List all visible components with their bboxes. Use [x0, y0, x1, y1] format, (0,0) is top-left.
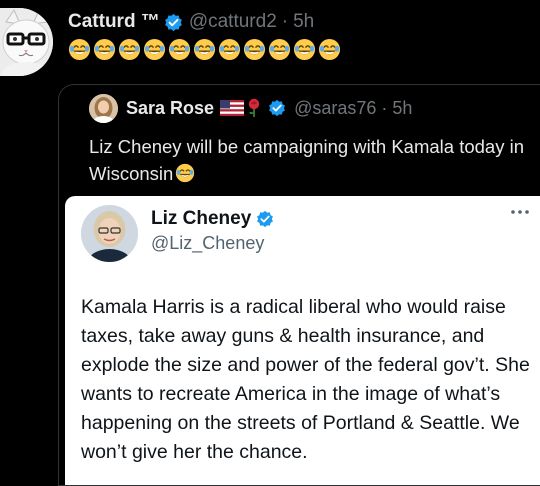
us-flag-icon [220, 100, 245, 116]
more-options-icon [511, 210, 529, 214]
face-with-tears-of-joy-icon [218, 38, 241, 61]
handle[interactable]: @catturd2 [189, 11, 277, 33]
portrait-avatar-icon [81, 205, 138, 262]
woman-avatar-icon [89, 93, 118, 123]
face-with-tears-of-joy-icon [168, 38, 191, 61]
quote-header: Sara Rose @saras76 · 5h [89, 93, 412, 123]
embedded-body-text: Kamala Harris is a radical liberal who w… [81, 296, 530, 463]
tweet-header: Catturd ™ @catturd2 · 5h [68, 8, 314, 36]
face-with-tears-of-joy-icon [193, 38, 216, 61]
separator-dot: · [381, 97, 388, 118]
quote-avatar[interactable] [89, 93, 118, 123]
quote-tweet-card[interactable]: Sara Rose @saras76 · 5h Liz Cheney will … [58, 84, 540, 486]
embedded-tweet-image[interactable]: Liz Cheney @Liz_Cheney Kamala Harris is … [65, 196, 540, 485]
cat-avatar-icon [0, 8, 53, 76]
separator-dot: · [281, 11, 289, 32]
face-with-tears-of-joy-icon [318, 38, 341, 61]
face-with-tears-of-joy-icon [293, 38, 316, 61]
face-with-tears-of-joy-icon [68, 38, 91, 61]
quote-text-content: Liz Cheney will be campaigning with Kama… [89, 136, 524, 184]
face-with-tears-of-joy-icon [243, 38, 266, 61]
embedded-name-row: Liz Cheney [151, 208, 274, 230]
face-with-tears-of-joy-icon [143, 38, 166, 61]
display-name[interactable]: Catturd ™ [68, 11, 160, 33]
timestamp[interactable]: 5h [293, 11, 314, 33]
tweet-emoji-row [68, 38, 341, 61]
face-with-tears-of-joy-icon [93, 38, 116, 61]
verified-badge-icon [164, 13, 182, 31]
quote-timestamp[interactable]: 5h [392, 98, 412, 119]
embedded-avatar[interactable] [81, 205, 138, 262]
embedded-handle: @Liz_Cheney [151, 233, 265, 253]
verified-badge-icon [257, 210, 274, 228]
verified-badge-icon [269, 99, 285, 117]
face-with-tears-of-joy-icon [118, 38, 141, 61]
quote-handle[interactable]: @saras76 [294, 98, 376, 119]
avatar[interactable] [0, 8, 53, 76]
rose-icon [248, 98, 260, 117]
quote-display-name[interactable]: Sara Rose [126, 98, 214, 119]
face-with-tears-of-joy-icon [176, 163, 195, 183]
embedded-display-name: Liz Cheney [151, 208, 252, 229]
face-with-tears-of-joy-icon [268, 38, 291, 61]
quote-text: Liz Cheney will be campaigning with Kama… [89, 133, 529, 187]
